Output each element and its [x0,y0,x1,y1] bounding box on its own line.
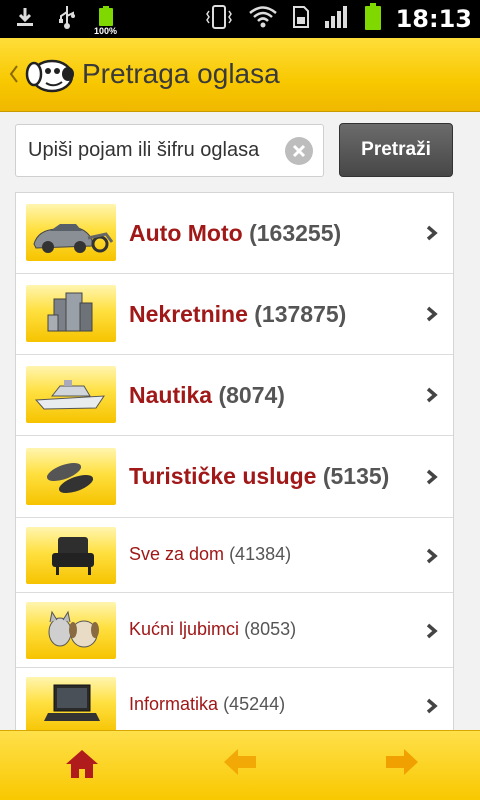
clear-icon[interactable] [285,137,313,165]
category-label: Nekretnine (137875) [129,301,347,327]
buildings-icon [26,285,116,342]
wifi-icon [248,5,278,34]
arrow-left-icon[interactable] [222,747,262,783]
chevron-right-icon [425,225,439,241]
battery-icon [364,2,382,36]
app-header: Pretraga oglasa [0,38,480,112]
category-label: Auto Moto (163255) [129,220,342,246]
arrow-right-icon[interactable] [382,747,422,783]
armchair-icon [26,527,116,584]
signal-icon [324,5,350,34]
search-button[interactable]: Pretraži [339,123,453,177]
search-field-wrapper: Upiši pojam ili šifru oglasa [15,124,324,177]
category-row-sve-za-dom[interactable]: Sve za dom (41384) [16,518,453,593]
battery-percent-label: 100% [94,26,118,36]
pets-icon [26,602,116,659]
dog-logo[interactable] [24,52,76,96]
category-row-nautika[interactable]: Nautika (8074) [16,355,453,436]
chevron-right-icon [425,623,439,639]
category-row-turisticke-usluge[interactable]: Turističke usluge (5135) [16,436,453,518]
chevron-left-icon[interactable] [9,64,19,88]
category-row-nekretnine[interactable]: Nekretnine (137875) [16,274,453,355]
category-label: Sve za dom (41384) [129,544,292,564]
search-input[interactable]: Upiši pojam ili šifru oglasa [28,125,278,176]
vibrate-icon [204,4,234,35]
page-title: Pretraga oglasa [82,58,280,89]
category-label: Informatika (45244) [129,694,286,714]
sim-icon [292,5,310,34]
category-row-kucni-ljubimci[interactable]: Kućni ljubimci (8053) [16,593,453,668]
category-label: Kućni ljubimci (8053) [129,619,297,639]
chevron-right-icon [425,698,439,714]
boat-icon [26,366,116,423]
clock: 18:13 [395,5,472,33]
category-label: Nautika (8074) [129,382,285,408]
battery-charging-icon: 100% [94,6,117,36]
flip-flops-icon [26,448,116,505]
search-bar: Upiši pojam ili šifru oglasa Pretraži [0,112,480,190]
category-list: Auto Moto (163255) Nekretnine (137875) N… [15,192,454,732]
laptop-icon [26,677,116,732]
download-icon [14,6,36,33]
category-row-informatika[interactable]: Informatika (45244) [16,668,453,732]
chevron-right-icon [425,387,439,403]
car-motorcycle-icon [26,204,116,261]
chevron-right-icon [425,306,439,322]
bottom-nav [0,730,480,800]
usb-icon [56,4,78,35]
category-row-auto-moto[interactable]: Auto Moto (163255) [16,193,453,274]
chevron-right-icon [425,469,439,485]
home-icon[interactable] [64,747,104,783]
chevron-right-icon [425,548,439,564]
category-label: Turističke usluge (5135) [129,463,390,489]
status-bar: 100% 18:13 [0,0,480,38]
